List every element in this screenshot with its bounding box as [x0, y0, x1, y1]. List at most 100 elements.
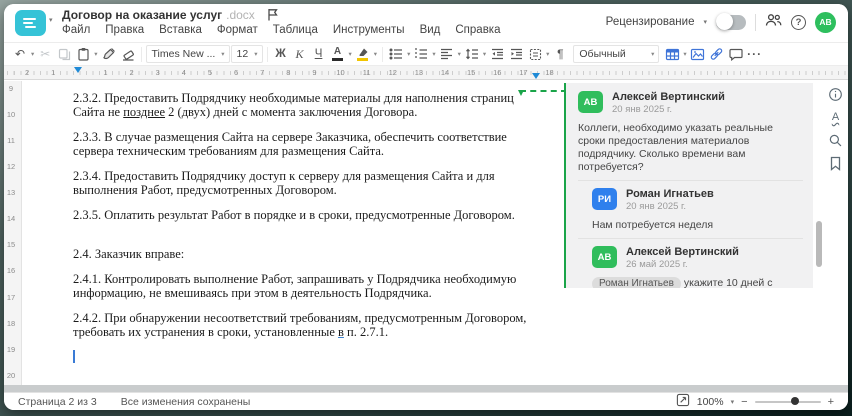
bold-button[interactable]: Ж	[272, 44, 290, 64]
paragraph-2-4-2[interactable]: 2.4.2. При обнаружении несоответствий тр…	[73, 311, 529, 339]
ruler-number: 9	[312, 68, 317, 77]
user-avatar[interactable]: АВ	[815, 11, 836, 33]
app-logo-icon[interactable]	[15, 10, 46, 36]
favorite-flag-icon[interactable]	[267, 8, 278, 21]
undo-button[interactable]: ↶	[11, 44, 29, 64]
divider	[140, 46, 142, 62]
document-page[interactable]: 2.3.2. Предоставить Подрядчику необходим…	[23, 81, 564, 385]
line-spacing-button[interactable]	[463, 44, 481, 64]
paragraph-text: 2 (двух) дней с момента заключения Догов…	[165, 105, 418, 119]
line-spacing-caret-icon[interactable]: ▾	[482, 50, 487, 58]
collaboration-users-icon[interactable]	[765, 13, 782, 32]
logo-menu-caret-icon[interactable]: ▾	[49, 16, 53, 24]
review-caret-icon[interactable]: ▾	[703, 18, 707, 26]
comment-thread-card[interactable]: АВ Алексей Вертинский 20 янв 2025 г. Кол…	[564, 83, 813, 288]
comment-header: АВ Алексей Вертинский 20 янв 2025 г.	[578, 91, 803, 116]
bullet-list-caret-icon[interactable]: ▾	[406, 50, 411, 58]
horizontal-scrollbar-track[interactable]	[4, 385, 848, 392]
font-size-combo[interactable]: 12 ▾	[230, 45, 263, 63]
table-caret-icon[interactable]: ▾	[682, 50, 687, 58]
comment-button[interactable]	[727, 44, 745, 64]
menu-item[interactable]: Вставка	[159, 24, 202, 36]
highlight-caret-icon[interactable]: ▾	[373, 50, 378, 58]
paragraph-2-4-1[interactable]: 2.4.1. Контролировать выполнение Работ, …	[73, 272, 529, 300]
format-painter-button[interactable]	[100, 44, 118, 64]
copy-button[interactable]	[55, 44, 73, 64]
paragraph-2-3-3[interactable]: 2.3.3. В случае размещения Сайта на серв…	[73, 130, 529, 158]
menu-item[interactable]: Таблица	[273, 24, 318, 36]
increase-indent-button[interactable]	[507, 44, 525, 64]
menu-item[interactable]: Формат	[217, 24, 258, 36]
menu-item[interactable]: Правка	[105, 24, 144, 36]
paragraph-2-3-4[interactable]: 2.3.4. Предоставить Подрядчику доступ к …	[73, 169, 529, 197]
search-icon[interactable]	[828, 132, 844, 148]
ruler-number: 10	[5, 101, 17, 128]
insert-table-button[interactable]	[663, 44, 681, 64]
ruler-number: 20	[5, 362, 17, 385]
decrease-indent-button[interactable]	[488, 44, 506, 64]
zoom-level[interactable]: 100%	[697, 396, 724, 408]
menu-item[interactable]: Вид	[420, 24, 441, 36]
highlight-color-bar	[357, 57, 369, 61]
zoom-slider-knob[interactable]	[790, 397, 799, 405]
font-color-bar	[332, 58, 344, 61]
zoom-slider[interactable]	[754, 397, 821, 405]
paragraph-2-3-2[interactable]: 2.3.2. Предоставить Подрядчику необходим…	[73, 91, 529, 119]
menu-item[interactable]: Инструменты	[333, 24, 405, 36]
cut-button[interactable]: ✂	[36, 44, 54, 64]
zoom-in-button[interactable]: +	[828, 396, 834, 408]
horizontal-ruler[interactable]: 2 1 1 2 3 4 5 6 7 8 9 10 11 12 13 14 15 …	[4, 66, 848, 80]
underline-button[interactable]: Ч	[310, 44, 328, 64]
clear-style-button[interactable]	[119, 44, 137, 64]
font-color-button[interactable]: А	[329, 44, 347, 64]
font-color-caret-icon[interactable]: ▾	[348, 50, 353, 58]
indent-marker-right[interactable]	[532, 73, 540, 79]
align-caret-icon[interactable]: ▾	[457, 50, 462, 58]
more-tools-button[interactable]: ···	[746, 44, 764, 64]
paste-caret-icon[interactable]: ▾	[93, 50, 98, 58]
paragraph-2-4[interactable]: 2.4. Заказчик вправе:	[73, 247, 529, 261]
align-button[interactable]	[438, 44, 456, 64]
toggle-knob	[716, 13, 733, 30]
highlight-color-button[interactable]	[354, 44, 372, 64]
indent-marker-left[interactable]	[74, 67, 82, 73]
reply-header: АВ Алексей Вертинский 26 май 2025 г.	[592, 246, 803, 271]
numbered-list-button[interactable]	[412, 44, 430, 64]
page-indicator[interactable]: Страница 2 из 3	[18, 396, 97, 408]
insert-link-button[interactable]	[708, 44, 726, 64]
undo-caret-icon[interactable]: ▾	[30, 50, 35, 58]
zoom-caret-icon[interactable]: ▾	[731, 398, 735, 406]
divider	[578, 180, 803, 181]
info-icon[interactable]	[828, 86, 844, 102]
insert-image-button[interactable]	[689, 44, 707, 64]
font-size-caret-icon: ▾	[254, 51, 258, 58]
borders-caret-icon[interactable]: ▾	[545, 50, 550, 58]
italic-button[interactable]: К	[291, 44, 309, 64]
bookmark-icon[interactable]	[828, 155, 844, 171]
paste-button[interactable]	[74, 44, 92, 64]
vertical-ruler[interactable]: 9 10 11 12 13 14 15 16 17 18 19 20	[4, 81, 22, 385]
bullet-list-button[interactable]	[387, 44, 405, 64]
zoom-out-button[interactable]: −	[741, 396, 747, 408]
spellcheck-icon[interactable]: А	[828, 109, 844, 125]
document-title: Договор на оказание услуг	[62, 7, 223, 22]
numbered-list-caret-icon[interactable]: ▾	[431, 50, 436, 58]
nonprinting-chars-button[interactable]: ¶	[551, 44, 569, 64]
fit-page-icon[interactable]	[676, 393, 690, 410]
menu-item[interactable]: Справка	[455, 24, 500, 36]
font-name-combo[interactable]: Times New ... ▾	[145, 45, 230, 63]
editor-window: ▾ Договор на оказание услуг .docx Файл П…	[4, 4, 848, 410]
ruler-number: 18	[545, 68, 554, 77]
menu-item[interactable]: Файл	[62, 24, 90, 36]
paragraph-borders-button[interactable]	[526, 44, 544, 64]
help-icon[interactable]: ?	[791, 14, 806, 30]
review-toggle[interactable]	[716, 13, 746, 30]
paragraph-2-3-5[interactable]: 2.3.5. Оплатить результат Работ в порядк…	[73, 208, 529, 222]
review-mode-label[interactable]: Рецензирование	[606, 16, 695, 28]
right-icon-rail: А	[823, 81, 848, 385]
commented-text[interactable]: позднее	[123, 105, 165, 119]
ruler-number: 3	[155, 68, 160, 77]
vertical-scrollbar[interactable]	[816, 221, 822, 267]
ruler-number: 13	[414, 68, 424, 77]
paragraph-style-combo[interactable]: Обычный ▾	[573, 45, 660, 63]
